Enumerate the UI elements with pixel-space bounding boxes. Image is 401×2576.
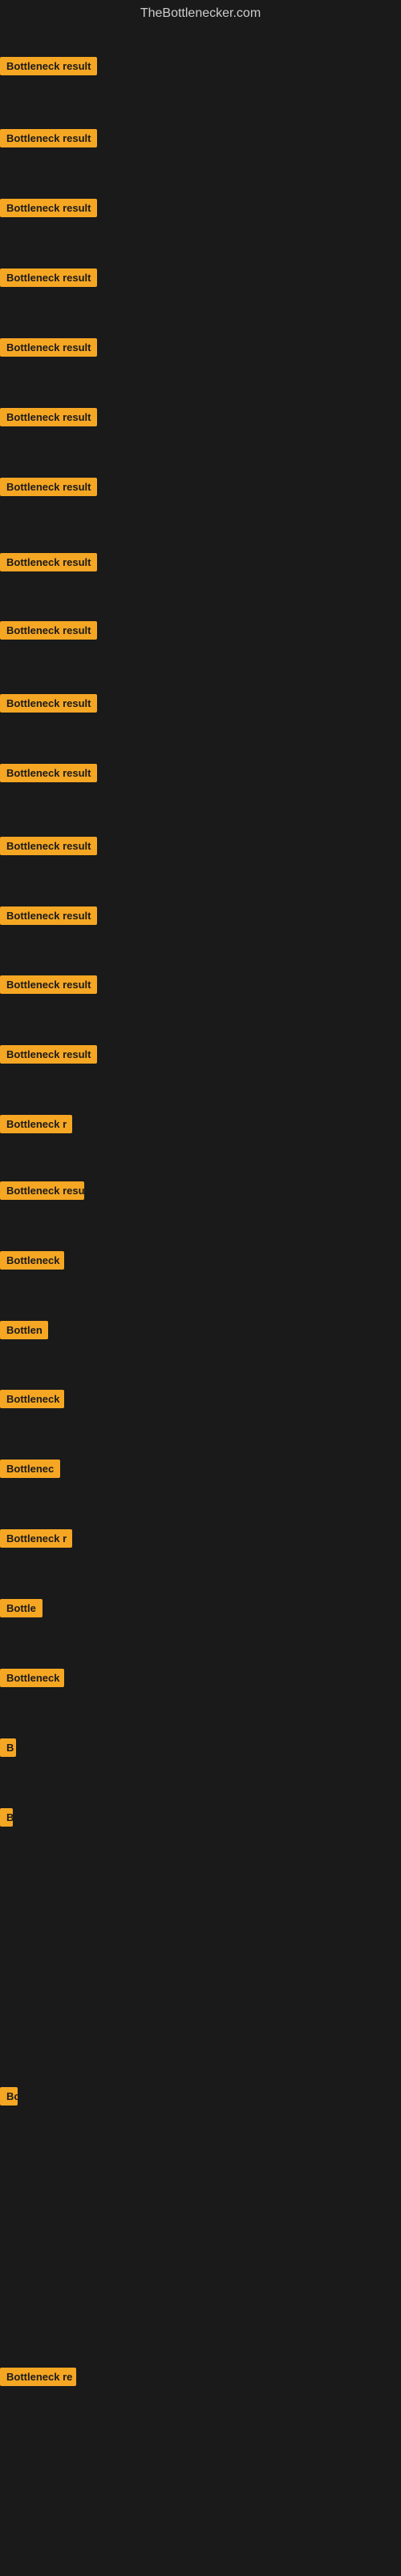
bottleneck-result-badge: B (0, 1738, 16, 1757)
list-item: Bottleneck (0, 1390, 64, 1412)
bottleneck-result-badge: Bottleneck result (0, 269, 97, 287)
bottleneck-result-badge: Bottleneck (0, 1669, 64, 1687)
bottleneck-result-badge: Bottleneck result (0, 694, 97, 713)
bottleneck-result-badge: Bottlen (0, 1321, 48, 1339)
list-item: Bottleneck r (0, 1115, 72, 1137)
list-item: Bottleneck r (0, 1529, 72, 1552)
bottleneck-result-badge: Bottleneck result (0, 764, 97, 782)
list-item: Bottleneck result (0, 694, 97, 717)
bottleneck-result-badge: Bottleneck result (0, 57, 97, 75)
bottleneck-result-badge: Bottleneck result (0, 553, 97, 571)
list-item: Bottleneck result (0, 408, 97, 430)
bottleneck-result-badge: Bottleneck result (0, 837, 97, 855)
list-item: Bo (0, 2087, 18, 2110)
list-item: Bottleneck result (0, 1045, 97, 1068)
list-item: Bottleneck result (0, 975, 97, 998)
bottleneck-result-badge: Bottleneck result (0, 906, 97, 925)
bottleneck-result-badge: Bo (0, 2087, 18, 2106)
list-item: Bottleneck result (0, 269, 97, 291)
bottleneck-result-badge: B (0, 1808, 13, 1827)
site-title: TheBottlenecker.com (0, 0, 401, 27)
bottleneck-result-badge: Bottleneck result (0, 621, 97, 640)
list-item: Bottleneck result (0, 338, 97, 361)
list-item: Bottleneck resu (0, 1181, 84, 1204)
bottleneck-result-badge: Bottleneck r (0, 1115, 72, 1133)
bottleneck-result-badge: Bottleneck result (0, 338, 97, 357)
list-item: B (0, 1738, 16, 1761)
bottleneck-result-badge: Bottleneck result (0, 408, 97, 426)
list-item: Bottleneck result (0, 621, 97, 644)
list-item: Bottleneck result (0, 199, 97, 221)
list-item: Bottlenec (0, 1460, 60, 1482)
list-item: Bottleneck result (0, 764, 97, 786)
list-item: Bottleneck result (0, 478, 97, 500)
bottleneck-result-badge: Bottleneck result (0, 478, 97, 496)
bottleneck-result-badge: Bottleneck resu (0, 1181, 84, 1200)
bottleneck-result-badge: Bottleneck re (0, 2368, 76, 2386)
list-item: Bottle (0, 1599, 43, 1621)
bottleneck-result-badge: Bottleneck result (0, 199, 97, 217)
bottleneck-result-badge: Bottleneck r (0, 1529, 72, 1548)
list-item: Bottleneck result (0, 837, 97, 859)
bottleneck-result-badge: Bottleneck result (0, 975, 97, 994)
list-item: Bottleneck (0, 1251, 64, 1274)
list-item: Bottleneck result (0, 129, 97, 151)
bottleneck-result-badge: Bottleneck (0, 1251, 64, 1270)
bottleneck-result-badge: Bottleneck (0, 1390, 64, 1408)
list-item: Bottleneck result (0, 57, 97, 79)
bottleneck-result-badge: Bottleneck result (0, 1045, 97, 1064)
list-item: Bottleneck re (0, 2368, 76, 2390)
list-item: Bottleneck (0, 1669, 64, 1691)
list-item: Bottlen (0, 1321, 48, 1343)
list-item: Bottleneck result (0, 906, 97, 929)
bottleneck-result-badge: Bottlenec (0, 1460, 60, 1478)
list-item: Bottleneck result (0, 553, 97, 575)
bottleneck-result-badge: Bottle (0, 1599, 43, 1617)
list-item: B (0, 1808, 13, 1831)
bottleneck-result-badge: Bottleneck result (0, 129, 97, 147)
